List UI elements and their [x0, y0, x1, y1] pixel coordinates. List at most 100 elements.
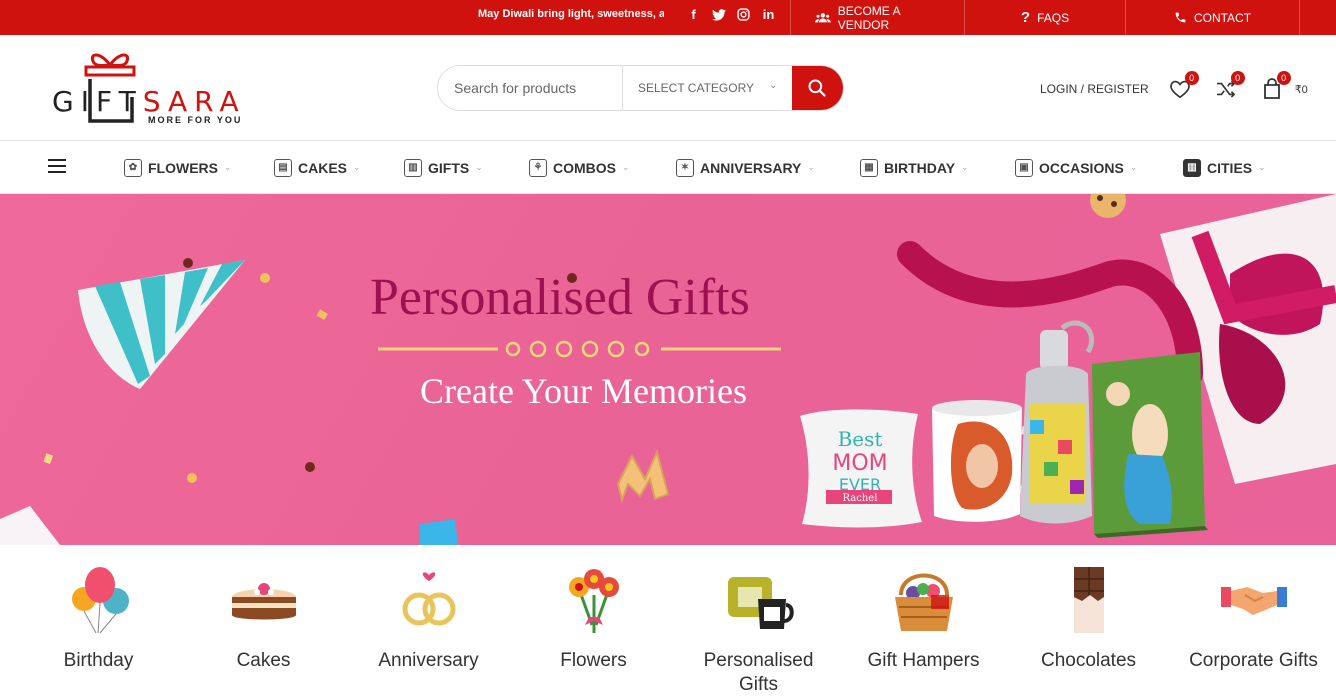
nav-label: BIRTHDAY — [884, 159, 956, 176]
cart-count-badge: 0 — [1276, 71, 1291, 85]
nav-item-flowers[interactable]: ✿ FLOWERS ⌄ — [124, 141, 232, 194]
category-birthday[interactable]: Birthday — [16, 565, 181, 673]
main-navigation: ✿ FLOWERS ⌄ ▤ CAKES ⌄ ▥ GIFTS ⌄ ⚘ COMBOS… — [0, 141, 1336, 194]
category-label: Chocolates — [1040, 650, 1137, 671]
chevron-down-icon: ⌄ — [622, 162, 630, 172]
chevron-down-icon: ⌄ — [475, 162, 483, 172]
category-label: Corporate Gifts — [1189, 650, 1318, 671]
logo-wordmark: GIFTSARA — [52, 85, 246, 118]
nav-label: COMBOS — [553, 159, 616, 176]
announcement-marquee: May Diwali bring light, sweetness, and j… — [478, 8, 664, 20]
personalised-gift-icon — [727, 577, 794, 629]
nav-item-cities[interactable]: ▥ CITIES ⌄ — [1183, 141, 1266, 194]
category-corporate-gifts[interactable]: Corporate Gifts — [1171, 565, 1336, 673]
banner-title: Personalised Gifts — [370, 269, 750, 326]
category-select-label: SELECT CATEGORY — [638, 81, 755, 95]
anniversary-icon: ✶ — [676, 158, 694, 177]
linkedin-icon[interactable]: in — [761, 7, 776, 22]
hamper-icon — [894, 573, 953, 631]
chevron-down-icon: ⌄ — [769, 80, 778, 91]
instagram-icon[interactable] — [736, 7, 751, 22]
contact-link[interactable]: CONTACT — [1125, 0, 1300, 35]
login-register-link[interactable]: LOGIN / REGISTER — [1040, 82, 1149, 96]
wishlist-button[interactable]: 0 — [1167, 71, 1199, 101]
search-input[interactable] — [438, 66, 622, 110]
bottle-icon — [1020, 320, 1095, 524]
box-icon: ▣ — [1015, 158, 1033, 177]
photo-canvas-icon — [1092, 352, 1208, 538]
compare-count-badge: 0 — [1230, 71, 1245, 85]
party-hat-icon — [78, 260, 245, 389]
nav-item-birthday[interactable]: ▦ BIRTHDAY ⌄ — [860, 141, 969, 194]
search-icon — [808, 79, 826, 97]
svg-text:MOM: MOM — [832, 451, 887, 476]
compare-button[interactable]: 0 — [1213, 71, 1245, 101]
contact-label: CONTACT — [1193, 10, 1252, 25]
search-button[interactable] — [791, 66, 843, 110]
svg-text:Rachel: Rachel — [843, 493, 878, 504]
hero-banner[interactable]: Best MOM EVER Rachel Personalised Gifts … — [0, 194, 1336, 545]
handshake-icon — [1220, 587, 1287, 615]
facebook-icon[interactable]: f — [686, 7, 701, 22]
nav-item-combos[interactable]: ⚘ COMBOS ⌄ — [529, 141, 630, 194]
category-select[interactable]: SELECT CATEGORY ⌄ — [622, 66, 792, 110]
chevron-down-icon: ⌄ — [1129, 162, 1138, 172]
main-header: GIFTSARA MORE FOR YOU SELECT CATEGORY ⌄ … — [0, 35, 1336, 141]
banner-subtitle: Create Your Memories — [420, 371, 747, 411]
category-label: Personalised Gifts — [703, 650, 814, 695]
site-logo[interactable]: GIFTSARA MORE FOR YOU — [52, 49, 252, 129]
category-label: Birthday — [63, 650, 134, 671]
nav-item-gifts[interactable]: ▥ GIFTS ⌄ — [404, 141, 483, 194]
twitter-icon[interactable] — [711, 7, 726, 22]
category-personalised-gifts[interactable]: Personalised Gifts — [676, 565, 841, 697]
category-cakes[interactable]: Cakes — [181, 565, 346, 673]
chevron-down-icon: ⌄ — [353, 162, 361, 172]
chevron-down-icon: ⌄ — [1258, 162, 1266, 172]
wishlist-count-badge: 0 — [1184, 71, 1199, 85]
category-label: Cakes — [236, 650, 291, 671]
phone-icon — [1175, 12, 1186, 23]
category-anniversary[interactable]: Anniversary — [346, 565, 511, 673]
category-chocolates[interactable]: Chocolates — [1006, 565, 1171, 673]
logo-tagline: MORE FOR YOU — [148, 115, 243, 125]
category-label: Flowers — [560, 650, 627, 671]
city-icon: ▥ — [1183, 158, 1201, 177]
nav-label: FLOWERS — [148, 159, 218, 176]
category-label: Anniversary — [378, 650, 479, 671]
faqs-link[interactable]: ? FAQS — [964, 0, 1125, 35]
chocolate-icon — [1073, 567, 1104, 633]
hamburger-menu-icon[interactable] — [48, 159, 66, 173]
cart-total[interactable]: ₹0 — [1295, 83, 1308, 96]
faqs-label: FAQS — [1037, 10, 1070, 25]
nav-label: CITIES — [1207, 159, 1253, 176]
birthday-cake-icon: ▦ — [860, 158, 878, 177]
users-icon — [815, 12, 831, 22]
search-bar: SELECT CATEGORY ⌄ — [437, 65, 844, 111]
nav-item-occasions[interactable]: ▣ OCCASIONS ⌄ — [1015, 141, 1137, 194]
flower-icon: ✿ — [124, 158, 142, 177]
category-label: Gift Hampers — [867, 650, 980, 671]
top-bar: May Diwali bring light, sweetness, and j… — [0, 0, 1336, 35]
balloons-icon — [71, 567, 129, 634]
cart-button[interactable]: 0 — [1259, 71, 1291, 101]
category-flowers[interactable]: Flowers — [511, 565, 676, 673]
category-gift-hampers[interactable]: Gift Hampers — [841, 565, 1006, 673]
nav-item-cakes[interactable]: ▤ CAKES ⌄ — [274, 141, 361, 194]
social-links: f in — [686, 7, 776, 22]
svg-text:Best: Best — [838, 427, 883, 451]
combo-icon: ⚘ — [529, 158, 547, 177]
gift-icon: ▥ — [404, 158, 422, 177]
nav-item-anniversary[interactable]: ✶ ANNIVERSARY ⌄ — [676, 141, 815, 194]
ornament-divider-icon — [378, 340, 781, 358]
rings-icon — [402, 572, 455, 626]
become-vendor-link[interactable]: BECOME A VENDOR — [790, 0, 964, 35]
pillow-icon: Best MOM EVER Rachel — [800, 409, 922, 528]
category-strip: Birthday Cakes Anniversary Flowers Perso… — [0, 545, 1336, 695]
bouquet-icon — [568, 569, 619, 633]
cake-icon: ▤ — [274, 158, 292, 177]
chevron-down-icon: ⌄ — [961, 162, 969, 172]
chevron-down-icon: ⌄ — [224, 162, 232, 172]
become-vendor-label: BECOME A VENDOR — [837, 3, 900, 32]
chevron-down-icon: ⌄ — [807, 162, 815, 172]
question-icon: ? — [1020, 9, 1031, 26]
